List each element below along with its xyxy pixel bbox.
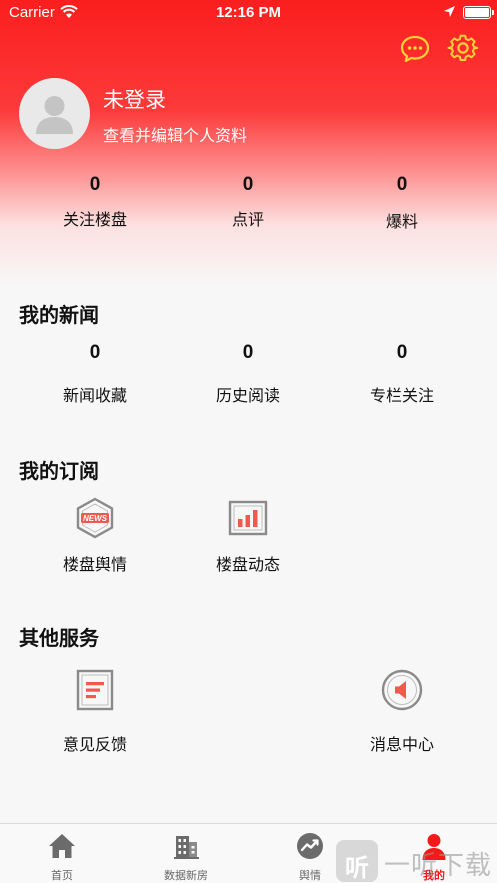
user-placeholder-icon bbox=[36, 96, 73, 134]
stat-news-favorites[interactable]: 0 新闻收藏 bbox=[15, 342, 175, 406]
tile-feedback[interactable]: 意见反馈 bbox=[15, 669, 175, 754]
stat-value: 0 bbox=[89, 342, 101, 363]
section-title-other-services: 其他服务 bbox=[19, 628, 99, 650]
stat-followed-estates[interactable]: 0 关注楼盘 bbox=[15, 174, 175, 230]
section-title-my-news: 我的新闻 bbox=[19, 305, 99, 327]
speaker-icon bbox=[381, 669, 423, 711]
trend-icon bbox=[297, 833, 323, 859]
news-hexagon-icon: NEWS bbox=[76, 497, 114, 539]
stat-label: 点评 bbox=[231, 212, 264, 229]
gear-icon[interactable] bbox=[447, 33, 479, 65]
status-time: 12:16 PM bbox=[215, 4, 282, 21]
tab-home[interactable]: 首页 bbox=[12, 824, 112, 883]
stat-label: 专栏关注 bbox=[369, 388, 434, 405]
news-badge-text: NEWS bbox=[83, 514, 108, 523]
home-icon bbox=[49, 834, 75, 858]
tile-message-center[interactable]: 消息中心 bbox=[322, 669, 482, 754]
building-icon bbox=[174, 836, 199, 859]
stat-reviews[interactable]: 0 点评 bbox=[168, 174, 328, 230]
stat-value: 0 bbox=[396, 174, 408, 195]
stat-tips[interactable]: 0 爆料 bbox=[322, 174, 482, 232]
tile-label: 楼盘舆情 bbox=[62, 557, 127, 574]
bar-chart-icon bbox=[228, 500, 268, 536]
edit-profile-link[interactable]: 查看并编辑个人资料 bbox=[103, 122, 247, 146]
feedback-document-icon bbox=[76, 669, 114, 711]
section-title-my-subscriptions: 我的订阅 bbox=[19, 461, 99, 483]
watermark: 听 一听下载 bbox=[336, 836, 496, 882]
tile-label: 消息中心 bbox=[369, 737, 434, 754]
stat-column-follows[interactable]: 0 专栏关注 bbox=[322, 342, 482, 406]
stat-value: 0 bbox=[242, 174, 254, 195]
tile-estate-updates[interactable]: 楼盘动态 bbox=[168, 497, 328, 577]
watermark-glyph: 听 bbox=[345, 855, 369, 882]
stat-label: 新闻收藏 bbox=[62, 388, 127, 405]
location-arrow-icon bbox=[444, 6, 455, 17]
watermark-text: 一听下载 bbox=[384, 850, 493, 880]
stat-value: 0 bbox=[89, 174, 101, 195]
chat-bubble-icon[interactable] bbox=[399, 33, 431, 65]
stat-label: 关注楼盘 bbox=[62, 212, 127, 229]
avatar[interactable] bbox=[19, 78, 90, 149]
tile-label: 意见反馈 bbox=[62, 737, 127, 754]
tab-label: 数据新房 bbox=[164, 870, 208, 882]
tile-estate-sentiment[interactable]: NEWS 楼盘舆情 bbox=[15, 497, 175, 577]
stat-label: 爆料 bbox=[385, 214, 418, 231]
stat-label: 历史阅读 bbox=[215, 388, 280, 405]
stat-reading-history[interactable]: 0 历史阅读 bbox=[168, 342, 328, 406]
status-bar: Carrier 12:16 PM bbox=[0, 0, 497, 26]
login-title[interactable]: 未登录 bbox=[103, 84, 166, 114]
tab-new-homes-data[interactable]: 数据新房 bbox=[136, 824, 236, 883]
stat-value: 0 bbox=[242, 342, 254, 363]
tab-label: 首页 bbox=[51, 870, 73, 882]
tile-label: 楼盘动态 bbox=[215, 557, 280, 574]
battery-icon bbox=[463, 6, 494, 19]
stat-value: 0 bbox=[396, 342, 408, 363]
